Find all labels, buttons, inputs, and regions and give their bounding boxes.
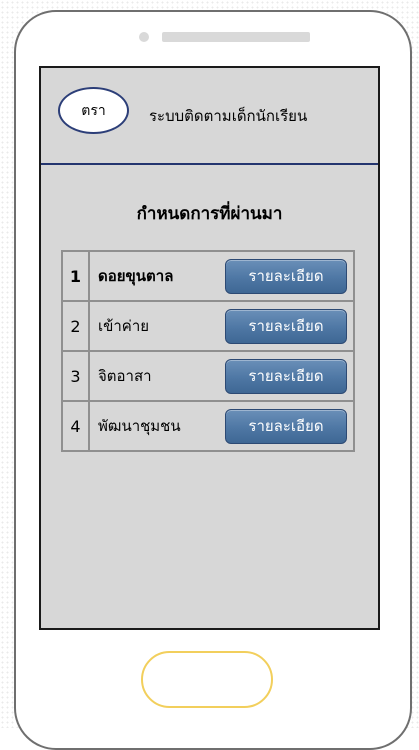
item-cell: พัฒนาชุมชน รายละเอียด (90, 402, 353, 450)
list-item: 3 จิตอาสา รายละเอียด (63, 350, 353, 400)
item-name: เข้าค่าย (98, 317, 150, 335)
item-name: จิตอาสา (98, 367, 152, 385)
logo-text: ตรา (81, 102, 106, 119)
list-item: 2 เข้าค่าย รายละเอียด (63, 300, 353, 350)
item-number: 3 (63, 352, 90, 400)
speaker-slot (162, 32, 310, 42)
item-cell: เข้าค่าย รายละเอียด (90, 302, 353, 350)
item-cell: จิตอาสา รายละเอียด (90, 352, 353, 400)
camera-dot (139, 32, 149, 42)
logo: ตรา (58, 87, 129, 134)
item-number: 4 (63, 402, 90, 450)
detail-button[interactable]: รายละเอียด (225, 258, 347, 294)
detail-button[interactable]: รายละเอียด (225, 408, 347, 444)
app-header: ตรา ระบบติดตามเด็กนักเรียน (41, 68, 378, 165)
list-item: 4 พัฒนาชุมชน รายละเอียด (63, 400, 353, 450)
app-title: ระบบติดตามเด็กนักเรียน (149, 107, 308, 125)
item-name: ดอยขุนตาล (98, 267, 174, 285)
item-name: พัฒนาชุมชน (98, 417, 181, 435)
section-title: กำหนดการที่ผ่านมา (136, 204, 283, 224)
list-item: 1 ดอยขุนตาล รายละเอียด (63, 252, 353, 300)
detail-button[interactable]: รายละเอียด (225, 358, 347, 394)
detail-button[interactable]: รายละเอียด (225, 308, 347, 344)
schedule-list: 1 ดอยขุนตาล รายละเอียด 2 เข้าค่าย รายละเ… (61, 250, 355, 452)
home-button[interactable] (141, 651, 273, 708)
phone-screen: ตรา ระบบติดตามเด็กนักเรียน กำหนดการที่ผ่… (39, 66, 380, 630)
item-number: 1 (63, 252, 90, 300)
item-cell: ดอยขุนตาล รายละเอียด (90, 252, 353, 300)
item-number: 2 (63, 302, 90, 350)
